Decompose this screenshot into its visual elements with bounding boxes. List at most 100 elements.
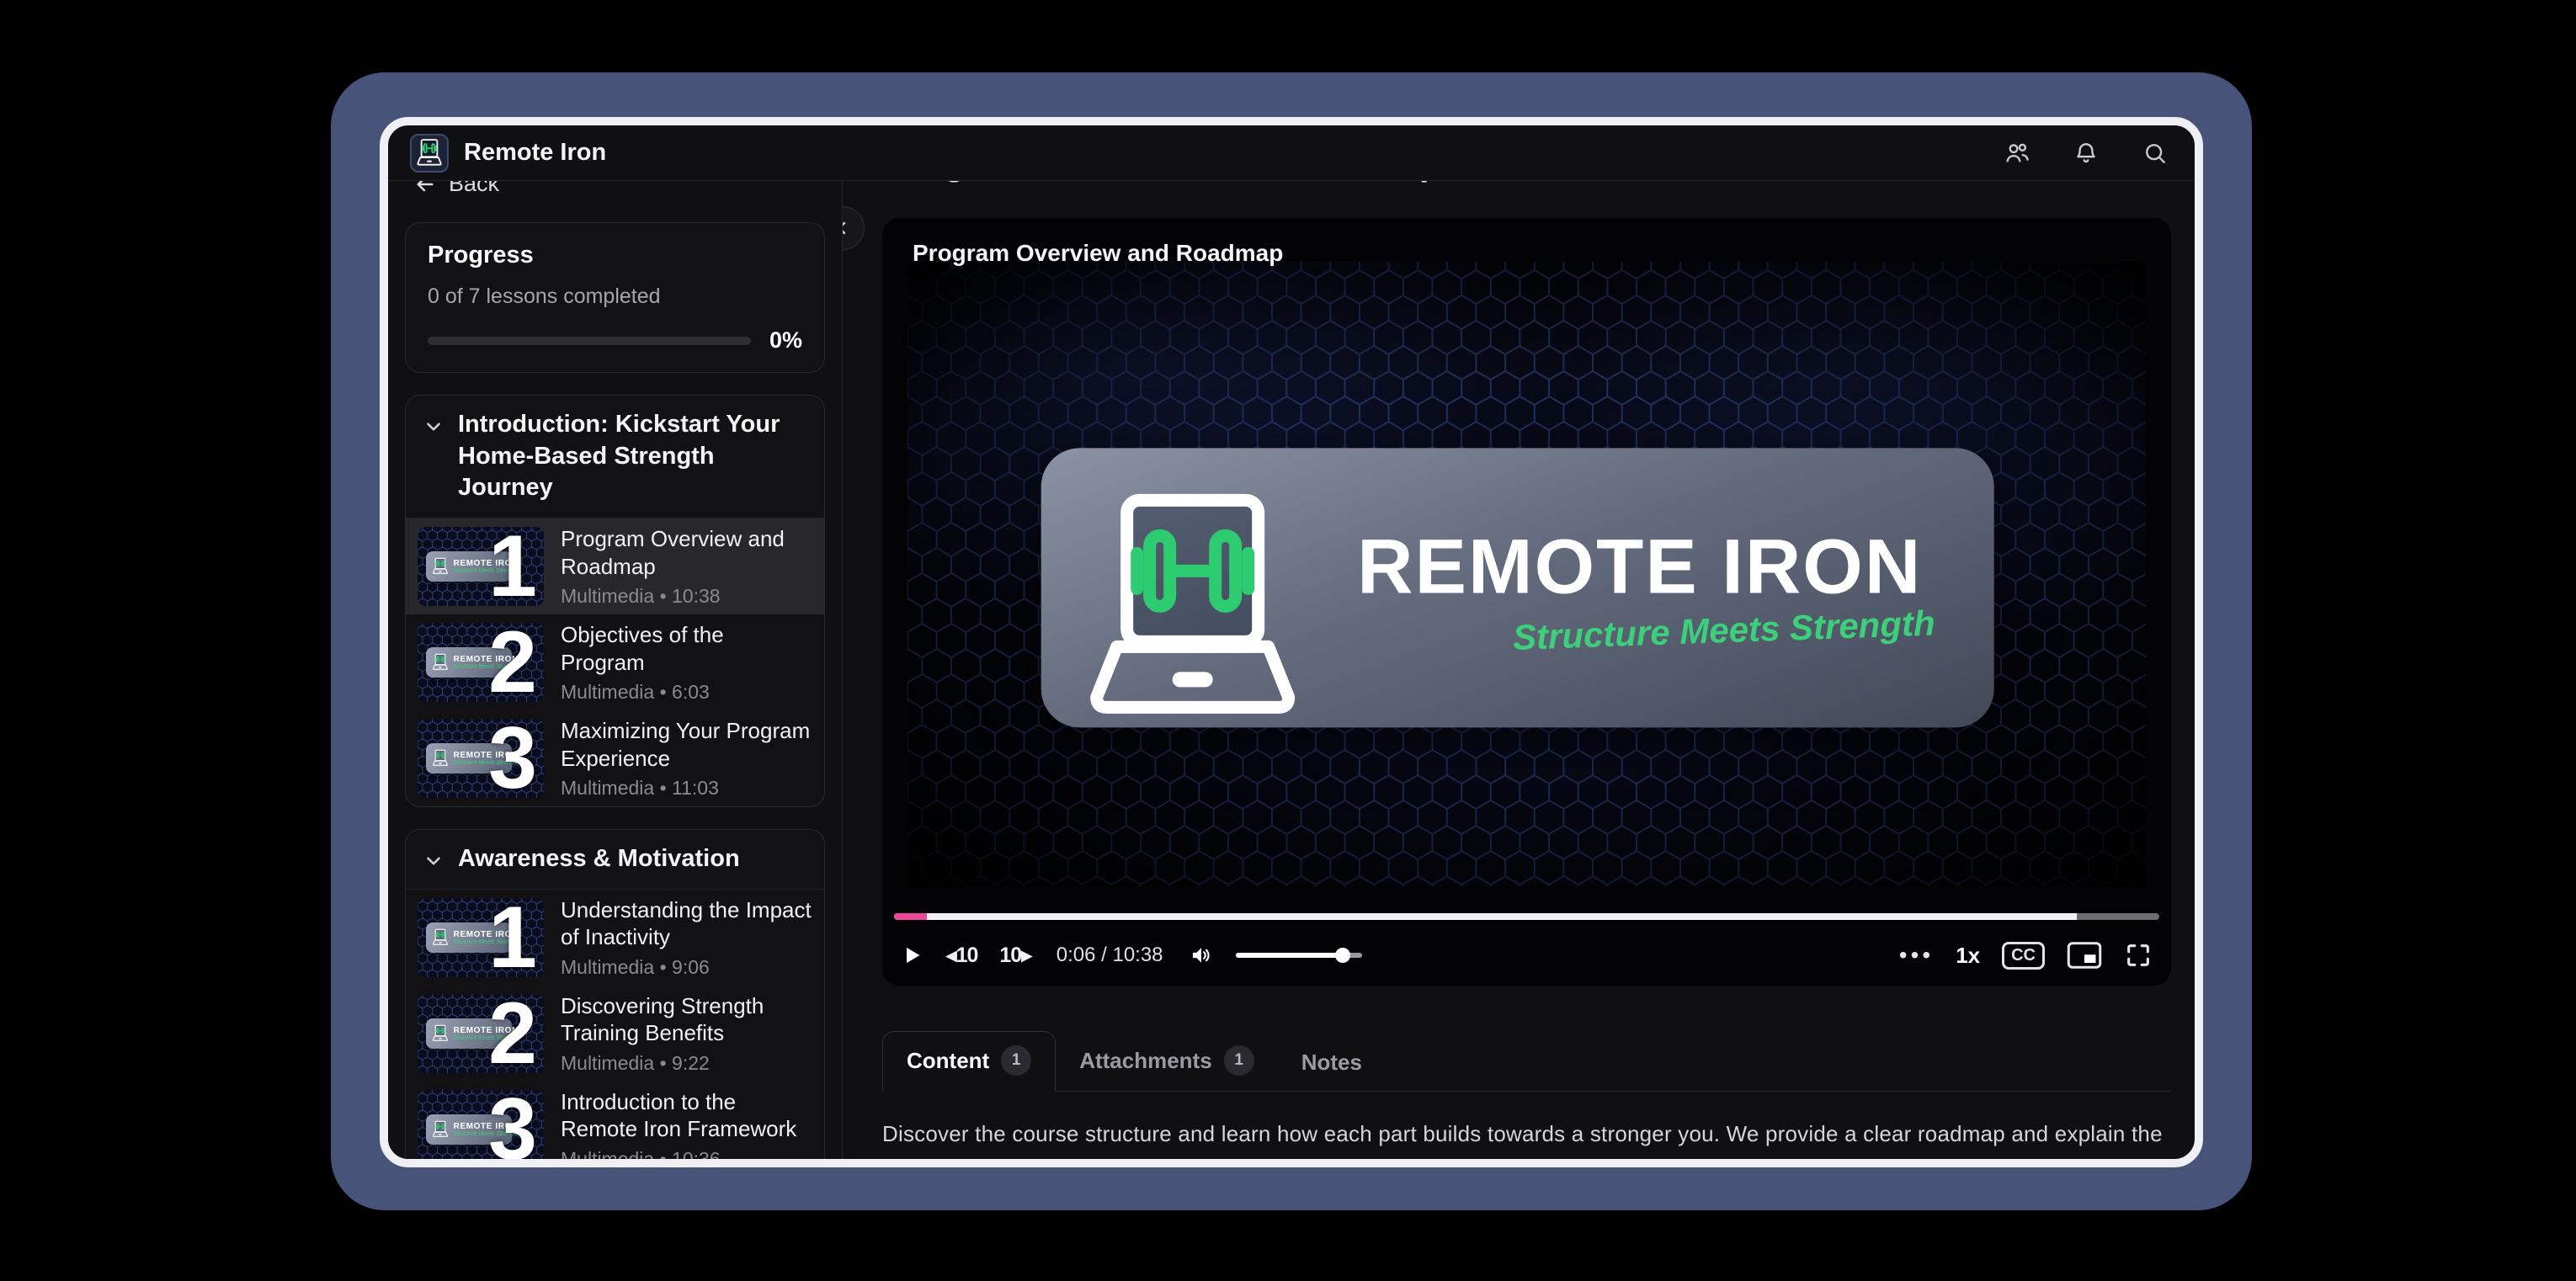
section-title: Introduction: Kickstart Your Home-Based …	[458, 409, 807, 504]
chevron-down-icon	[423, 416, 444, 438]
notifications-button[interactable]	[2068, 136, 2104, 171]
progress-bar-track	[428, 337, 751, 345]
device-frame: Remote Iron	[331, 72, 2252, 1210]
lesson-meta: Multimedia • 10:36	[561, 1148, 812, 1159]
lesson-main-panel: Program Overview and Roadmap Program Ove…	[843, 181, 2195, 1159]
brand-tagline: Structure Meets Strength	[1357, 603, 1935, 663]
lesson-thumbnail: REMOTE IRONStructure Meets Strength 1	[418, 898, 544, 977]
progress-card: Progress 0 of 7 lessons completed 0%	[405, 222, 825, 373]
lesson-item[interactable]: REMOTE IRONStructure Meets Strength 3 Ma…	[406, 710, 824, 806]
lesson-item[interactable]: REMOTE IRONStructure Meets Strength 1 Pr…	[406, 518, 824, 614]
app-body: Back Progress 0 of 7 lessons completed 0…	[388, 181, 2195, 1159]
tab-content[interactable]: Content 1	[882, 1031, 1056, 1092]
picture-in-picture-button[interactable]	[2067, 941, 2102, 970]
laptop-dumbbell-icon	[414, 138, 444, 168]
lesson-number: 2	[488, 994, 537, 1073]
forward-label: 10	[999, 943, 1021, 968]
volume-fill	[1236, 953, 1344, 958]
course-sidebar: Back Progress 0 of 7 lessons completed 0…	[388, 181, 843, 1159]
tab-label: Attachments	[1079, 1048, 1211, 1074]
video-played-bar	[894, 913, 927, 920]
search-icon	[2142, 140, 2169, 167]
tab-attachments[interactable]: Attachments 1	[1056, 1032, 1277, 1091]
time-display: 0:06 / 10:38	[1056, 943, 1163, 967]
lesson-thumbnail: REMOTE IRONStructure Meets Strength 3	[418, 1090, 544, 1159]
course-section: Introduction: Kickstart Your Home-Based …	[405, 395, 825, 807]
lesson-title: Objectives of the Program	[561, 621, 812, 676]
lesson-thumbnail: REMOTE IRONStructure Meets Strength 2	[418, 994, 544, 1073]
laptop-dumbbell-icon	[431, 557, 450, 576]
lesson-meta: Multimedia • 10:38	[561, 585, 812, 608]
more-options-button[interactable]: •••	[1899, 942, 1934, 969]
fullscreen-button[interactable]	[2124, 941, 2153, 970]
rewind-label: 10	[956, 943, 978, 968]
video-buffered-bar	[894, 913, 2077, 920]
lesson-info: Discovering Strength Training Benefits M…	[561, 992, 812, 1075]
triangle-left-icon: ◂	[946, 943, 956, 968]
lesson-thumbnail: REMOTE IRONStructure Meets Strength 2	[418, 623, 544, 702]
tab-badge: 1	[1224, 1045, 1254, 1076]
forward-10-button[interactable]: 10▸	[999, 943, 1030, 968]
lesson-title: Maximizing Your Program Experience	[561, 717, 812, 772]
lesson-tabs: Content 1 Attachments 1 Notes	[882, 1031, 2171, 1092]
chevron-down-icon	[423, 850, 444, 872]
lesson-number: 2	[488, 623, 537, 702]
chevron-left-icon	[843, 218, 853, 238]
section-title: Awareness & Motivation	[458, 843, 740, 875]
tab-label: Content	[907, 1048, 989, 1074]
rewind-10-button[interactable]: ◂10	[946, 943, 977, 968]
progress-title: Progress	[428, 242, 802, 269]
laptop-dumbbell-icon	[431, 749, 450, 768]
bell-icon	[2073, 140, 2100, 167]
lesson-number: 3	[488, 719, 537, 798]
mute-button[interactable]	[1189, 943, 1214, 968]
video-logo-text: REMOTE IRON Structure Meets Strength	[1357, 523, 1935, 653]
captions-button[interactable]: CC	[2002, 942, 2045, 970]
video-title-overlay: Program Overview and Roadmap	[913, 240, 1283, 267]
lesson-item[interactable]: REMOTE IRONStructure Meets Strength 2 Di…	[406, 986, 824, 1082]
speaker-icon	[1189, 943, 1214, 968]
playback-speed-button[interactable]: 1x	[1956, 943, 1980, 969]
tab-label: Notes	[1301, 1050, 1362, 1076]
video-seek-bar[interactable]	[894, 913, 2159, 920]
back-label: Back	[449, 181, 499, 197]
play-icon	[901, 942, 924, 969]
lesson-number: 1	[488, 898, 537, 977]
search-button[interactable]	[2137, 136, 2173, 171]
app-header: Remote Iron	[388, 125, 2195, 181]
laptop-dumbbell-icon	[431, 1120, 450, 1139]
lesson-item[interactable]: REMOTE IRONStructure Meets Strength 2 Ob…	[406, 614, 824, 710]
brand-name: REMOTE IRON	[1357, 523, 1935, 611]
volume-slider[interactable]	[1236, 953, 1362, 958]
section-header[interactable]: Introduction: Kickstart Your Home-Based …	[406, 396, 824, 518]
lesson-title: Discovering Strength Training Benefits	[561, 992, 812, 1047]
lesson-title: Introduction to the Remote Iron Framewor…	[561, 1088, 812, 1143]
laptop-dumbbell-icon	[1066, 472, 1318, 750]
tab-notes[interactable]: Notes	[1278, 1036, 1386, 1091]
ellipsis-icon: •••	[1899, 942, 1934, 969]
laptop-dumbbell-icon	[431, 653, 450, 672]
laptop-dumbbell-icon	[431, 1024, 450, 1043]
users-button[interactable]	[1999, 136, 2035, 171]
play-button[interactable]	[901, 942, 924, 969]
lesson-info: Introduction to the Remote Iron Framewor…	[561, 1088, 812, 1159]
video-logo-card: REMOTE IRON Structure Meets Strength	[1041, 448, 1993, 727]
desktop-background: Remote Iron	[0, 0, 2576, 1281]
video-controls: ◂10 10▸ 0:06 / 10:38	[901, 935, 2153, 975]
triangle-right-icon: ▸	[1021, 943, 1031, 968]
lesson-info: Program Overview and Roadmap Multimedia …	[561, 525, 812, 608]
lesson-meta: Multimedia • 9:06	[561, 956, 812, 979]
back-button[interactable]: Back	[413, 181, 825, 197]
lesson-item[interactable]: REMOTE IRONStructure Meets Strength 3 In…	[406, 1082, 824, 1159]
page-heading: Program Overview and Roadmap	[885, 181, 2195, 184]
course-section: Awareness & Motivation REMOTE IRONStruct…	[405, 829, 825, 1159]
video-player[interactable]: Program Overview and Roadmap REMOTE IRON…	[882, 218, 2171, 986]
section-header[interactable]: Awareness & Motivation	[406, 830, 824, 890]
lesson-info: Objectives of the Program Multimedia • 6…	[561, 621, 812, 704]
pip-icon	[2067, 941, 2102, 970]
volume-knob[interactable]	[1335, 948, 1350, 963]
lesson-item[interactable]: REMOTE IRONStructure Meets Strength 1 Un…	[406, 890, 824, 986]
app-title: Remote Iron	[464, 139, 606, 167]
sidebar-collapse-button[interactable]	[843, 206, 865, 250]
lesson-meta: Multimedia • 9:22	[561, 1052, 812, 1075]
